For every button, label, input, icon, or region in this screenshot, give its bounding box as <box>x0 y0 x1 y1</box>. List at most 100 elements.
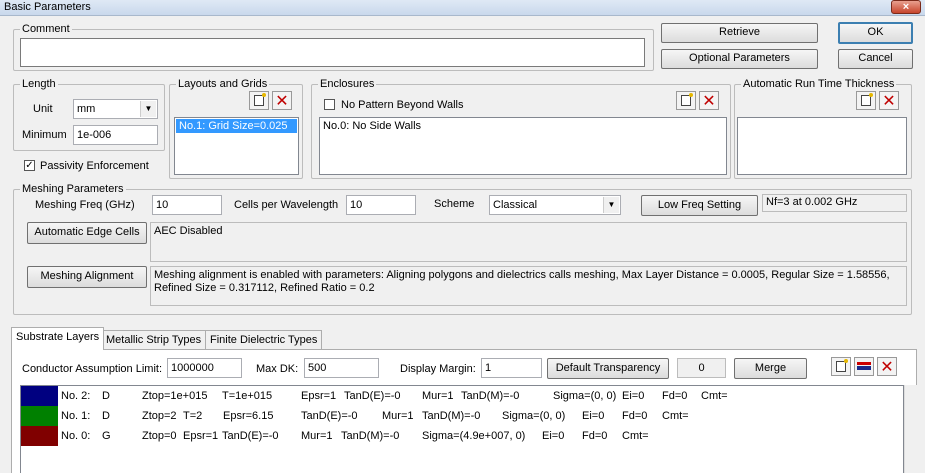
layer-cell: Ztop=1e+015 <box>142 390 208 402</box>
scheme-select[interactable]: Classical ▼ <box>489 195 621 215</box>
auto-run-time-legend: Automatic Run Time Thickness <box>741 78 897 90</box>
layer-cell: TanD(E)=-0 <box>301 410 358 422</box>
conductor-limit-label: Conductor Assumption Limit: <box>22 363 163 375</box>
scheme-label: Scheme <box>434 198 475 210</box>
delete-layout-button[interactable]: ✕ <box>272 91 292 110</box>
layer-color-swatch <box>21 386 58 406</box>
layer-row-2[interactable]: No. 2: D Ztop=1e+015 T=1e+015 Epsr=1 Tan… <box>21 386 903 406</box>
merge-button[interactable]: Merge <box>734 358 807 379</box>
layer-cell: Cmt= <box>662 410 689 422</box>
layer-cell: Ei=0 <box>622 390 645 402</box>
layer-cell: Epsr=1 <box>183 430 219 442</box>
layer-cell: TanD(E)=-0 <box>344 390 401 402</box>
layer-cell: Sigma=(4.9e+007, 0) <box>422 430 526 442</box>
new-enclosure-button[interactable] <box>676 91 696 110</box>
layer-cell: Cmt= <box>701 390 728 402</box>
transparency-value: 0 <box>677 358 726 378</box>
minimum-input[interactable]: 1e-006 <box>73 125 158 145</box>
delete-layer-button[interactable]: ✕ <box>877 357 897 376</box>
layer-cell: No. 2: <box>61 390 91 402</box>
no-pattern-checkbox[interactable] <box>324 99 335 110</box>
meshing-alignment-info: Meshing alignment is enabled with parame… <box>150 266 907 306</box>
enclosure-item[interactable]: No.0: No Side Walls <box>320 118 726 134</box>
tab-finite-dielectric-types[interactable]: Finite Dielectric Types <box>205 330 323 349</box>
delete-icon: ✕ <box>275 90 289 110</box>
aec-info: AEC Disabled <box>150 222 907 262</box>
new-thickness-button[interactable] <box>856 91 876 110</box>
layer-row-0[interactable]: No. 0: G Ztop=0 Epsr=1 TanD(E)=-0 Mur=1 … <box>21 426 903 446</box>
new-document-icon <box>836 359 848 372</box>
vertical-scrollbar[interactable] <box>904 385 917 473</box>
retrieve-button[interactable]: Retrieve <box>661 23 818 43</box>
delete-icon: ✕ <box>880 356 894 376</box>
layer-cell: G <box>102 430 111 442</box>
delete-icon: ✕ <box>702 90 716 110</box>
layer-cell: T=2 <box>183 410 203 422</box>
optional-parameters-button[interactable]: Optional Parameters <box>661 49 818 69</box>
passivity-label: Passivity Enforcement <box>40 160 149 172</box>
title-bar: Basic Parameters × <box>0 0 925 16</box>
layer-cell: Ztop=2 <box>142 410 177 422</box>
layer-color-swatch <box>21 406 58 426</box>
layer-cell: Epsr=1 <box>301 390 337 402</box>
default-transparency-button[interactable]: Default Transparency <box>547 358 669 379</box>
meshing-freq-label: Meshing Freq (GHz) <box>35 199 135 211</box>
layer-cell: Mur=1 <box>422 390 454 402</box>
layer-cell: T=1e+015 <box>222 390 273 402</box>
auto-run-time-list[interactable] <box>737 117 907 175</box>
unit-select[interactable]: mm ▼ <box>73 99 158 119</box>
layer-cell: No. 1: <box>61 410 91 422</box>
enclosures-list[interactable]: No.0: No Side Walls <box>319 117 727 175</box>
scheme-value: Classical <box>493 199 538 211</box>
layer-cell: Ei=0 <box>542 430 565 442</box>
window-title: Basic Parameters <box>4 1 91 13</box>
conductor-limit-input[interactable]: 1000000 <box>167 358 242 378</box>
new-layout-button[interactable] <box>249 91 269 110</box>
meshing-freq-input[interactable]: 10 <box>152 195 222 215</box>
layer-cell: No. 0: <box>61 430 91 442</box>
tab-metallic-strip-types[interactable]: Metallic Strip Types <box>101 330 207 349</box>
unit-label: Unit <box>33 103 53 115</box>
layer-cell: D <box>102 390 110 402</box>
comment-legend: Comment <box>20 23 72 35</box>
chevron-down-icon[interactable]: ▼ <box>603 197 619 213</box>
passivity-checkbox[interactable]: ✓ <box>24 160 35 171</box>
layer-cell: Fd=0 <box>622 410 648 422</box>
comment-input[interactable] <box>20 38 645 67</box>
layouts-legend: Layouts and Grids <box>176 78 270 90</box>
cells-per-wavelength-input[interactable]: 10 <box>346 195 416 215</box>
layer-cell: TanD(E)=-0 <box>222 430 279 442</box>
layer-properties-button[interactable] <box>854 357 874 376</box>
max-dk-label: Max DK: <box>256 363 299 375</box>
layouts-list[interactable]: No.1: Grid Size=0.025 <box>174 117 299 175</box>
automatic-edge-cells-button[interactable]: Automatic Edge Cells <box>27 222 147 244</box>
close-button[interactable]: × <box>891 0 921 14</box>
layer-row-1[interactable]: No. 1: D Ztop=2 T=2 Epsr=6.15 TanD(E)=-0… <box>21 406 903 426</box>
cells-per-wavelength-label: Cells per Wavelength <box>234 199 339 211</box>
new-document-icon <box>254 93 266 106</box>
delete-enclosure-button[interactable]: ✕ <box>699 91 719 110</box>
minimum-label: Minimum <box>22 129 67 141</box>
layer-cell: Ztop=0 <box>142 430 177 442</box>
meshing-legend: Meshing Parameters <box>20 183 126 195</box>
max-dk-input[interactable]: 500 <box>304 358 379 378</box>
tab-substrate-layers[interactable]: Substrate Layers <box>11 327 105 350</box>
ok-button[interactable]: OK <box>838 22 913 44</box>
cancel-button[interactable]: Cancel <box>838 49 913 69</box>
layer-cell: TanD(M)=-0 <box>341 430 400 442</box>
chevron-down-icon[interactable]: ▼ <box>140 101 156 117</box>
display-margin-input[interactable]: 1 <box>481 358 542 378</box>
meshing-alignment-button[interactable]: Meshing Alignment <box>27 266 147 288</box>
new-layer-button[interactable] <box>831 357 851 376</box>
no-pattern-label: No Pattern Beyond Walls <box>341 99 464 111</box>
unit-value: mm <box>77 103 96 115</box>
layer-color-swatch <box>21 426 58 446</box>
layers-list[interactable]: No. 2: D Ztop=1e+015 T=1e+015 Epsr=1 Tan… <box>20 385 904 473</box>
layout-item[interactable]: No.1: Grid Size=0.025 <box>176 119 297 133</box>
delete-thickness-button[interactable]: ✕ <box>879 91 899 110</box>
layer-cell: TanD(M)=-0 <box>422 410 481 422</box>
layer-cell: Sigma=(0, 0) <box>553 390 617 402</box>
layer-cell: D <box>102 410 110 422</box>
low-freq-setting-button[interactable]: Low Freq Setting <box>641 195 758 216</box>
layer-cell: Sigma=(0, 0) <box>502 410 566 422</box>
